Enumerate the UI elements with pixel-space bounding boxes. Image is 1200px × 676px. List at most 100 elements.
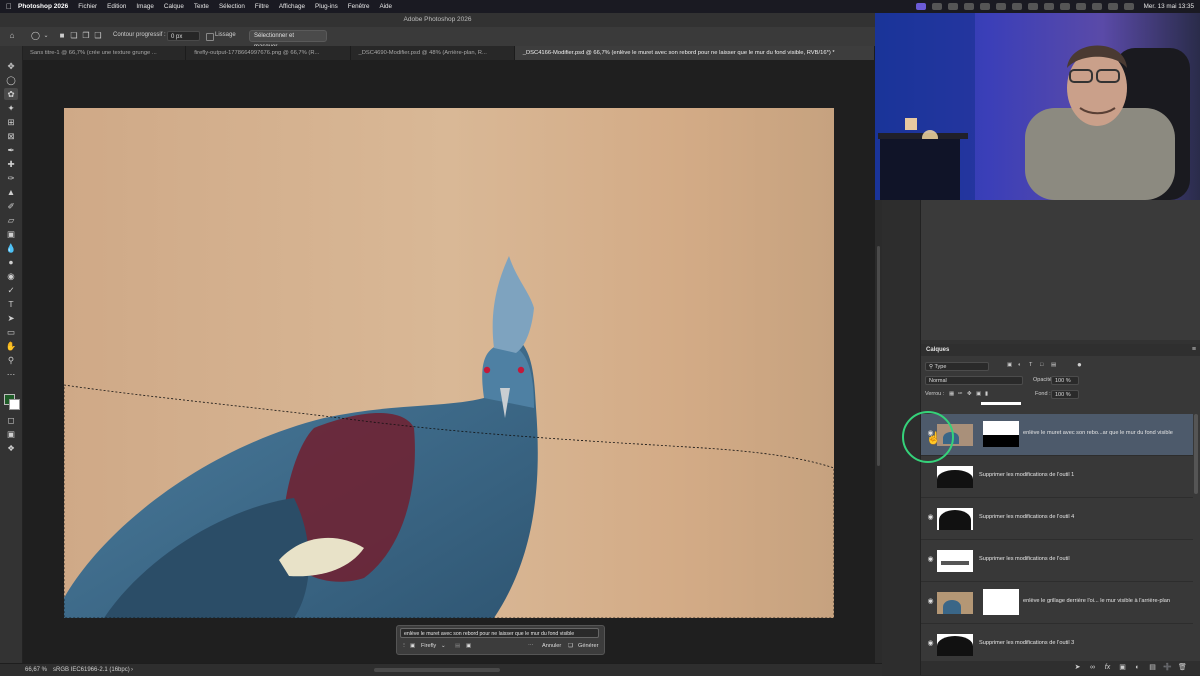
- lasso-tool-icon[interactable]: ◯: [31, 32, 40, 40]
- dodge-tool-icon[interactable]: ●: [4, 256, 18, 268]
- layer-thumbnail[interactable]: [937, 634, 973, 656]
- healing-brush-icon[interactable]: ✚: [4, 158, 18, 170]
- layer-row[interactable]: Supprimer les modifications de l'outil 1: [921, 456, 1193, 498]
- crop-tool-icon[interactable]: ⊞: [4, 116, 18, 128]
- control-center-icon[interactable]: [1123, 3, 1134, 10]
- brush-tool-icon[interactable]: ✑: [4, 172, 18, 184]
- lock-pixels-icon[interactable]: ✑: [958, 391, 963, 397]
- menu-plugins[interactable]: Plug-ins: [315, 3, 338, 10]
- lock-all-icon[interactable]: ▮: [985, 391, 988, 397]
- filter-toggle-icon[interactable]: ●: [1077, 360, 1082, 369]
- facetime-icon[interactable]: [995, 3, 1006, 10]
- layer-name[interactable]: Supprimer les modifications de l'outil 1: [979, 472, 1189, 478]
- image-icon[interactable]: ▣: [466, 641, 471, 652]
- layer-row[interactable]: ◉ Supprimer les modifications de l'outil…: [921, 498, 1193, 540]
- select-and-mask-button[interactable]: Sélectionner et masquer...: [249, 30, 327, 50]
- visibility-eye-icon[interactable]: ◉: [926, 513, 935, 522]
- pen-tool-icon[interactable]: ✓: [4, 284, 18, 296]
- menu-selection[interactable]: Sélection: [219, 3, 245, 10]
- type-tool-icon[interactable]: T: [4, 298, 18, 310]
- new-group-icon[interactable]: ▤: [1148, 664, 1157, 672]
- folder-icon[interactable]: [1027, 3, 1038, 10]
- link-layers-icon[interactable]: ∞: [1088, 664, 1097, 672]
- menu-image[interactable]: Image: [136, 3, 154, 10]
- blur-tool-icon[interactable]: 💧: [4, 242, 18, 254]
- new-layer-icon[interactable]: ➕: [1163, 664, 1172, 672]
- layer-row[interactable]: ◉ Supprimer les modifications de l'outil: [921, 540, 1193, 582]
- object-select-tool-icon[interactable]: ✦: [4, 102, 18, 114]
- record-icon[interactable]: [931, 3, 942, 10]
- layer-name[interactable]: Supprimer les modifications de l'outil: [979, 556, 1189, 562]
- hand-tool-icon[interactable]: ✋: [4, 340, 18, 352]
- layer-row[interactable]: ◉ enlève le muret avec son rebo...ar que…: [921, 414, 1193, 456]
- visibility-eye-icon[interactable]: ◉: [926, 555, 935, 564]
- eyedropper-tool-icon[interactable]: ✒: [4, 144, 18, 156]
- share-icon[interactable]: ➤: [1073, 664, 1082, 672]
- path-select-icon[interactable]: ➤: [4, 312, 18, 324]
- layer-row[interactable]: ◉ Supprimer les modifications de l'outil…: [921, 624, 1193, 666]
- chevron-down-icon[interactable]: ⌄: [441, 641, 446, 652]
- menu-aide[interactable]: Aide: [379, 3, 392, 10]
- fill-input[interactable]: 100 %: [1051, 390, 1079, 399]
- layer-filter-select[interactable]: ⚲ Type: [925, 362, 989, 371]
- bluetooth-icon[interactable]: [1059, 3, 1070, 10]
- zoom-level[interactable]: 66,67 %: [25, 664, 47, 676]
- menu-calque[interactable]: Calque: [164, 3, 184, 10]
- cloud-icon[interactable]: [1043, 3, 1054, 10]
- gradient-tool-icon[interactable]: ▣: [4, 228, 18, 240]
- adjustment-layer-icon[interactable]: ◐: [1133, 664, 1142, 672]
- search-icon[interactable]: [1107, 3, 1118, 10]
- visibility-eye-icon[interactable]: ◉: [926, 639, 935, 648]
- move-tool-icon[interactable]: ✥: [4, 60, 18, 72]
- fx-icon[interactable]: fx: [1103, 664, 1112, 672]
- screen-share-icon[interactable]: [915, 3, 926, 10]
- filter-adjustment-icon[interactable]: ◐: [1018, 362, 1021, 368]
- filter-type-icon[interactable]: T: [1029, 362, 1032, 368]
- menu-texte[interactable]: Texte: [194, 3, 209, 10]
- zoom-tool-icon[interactable]: ⚲: [4, 354, 18, 366]
- blend-mode-select[interactable]: Normal: [925, 376, 1023, 385]
- subtract-selection-icon[interactable]: ❐: [82, 32, 90, 40]
- layer-thumbnail[interactable]: [937, 466, 973, 488]
- app-menu[interactable]: Photoshop 2026: [18, 3, 68, 10]
- reference-image-icon[interactable]: ▤: [455, 641, 460, 652]
- generate-button[interactable]: Générer: [578, 641, 599, 652]
- sponge-tool-icon[interactable]: ◉: [4, 270, 18, 282]
- layers-scrollbar-thumb[interactable]: [1194, 414, 1198, 494]
- info-icon[interactable]: [947, 3, 958, 10]
- history-brush-icon[interactable]: ✐: [4, 200, 18, 212]
- lock-transparency-icon[interactable]: ▦: [949, 391, 954, 397]
- camera-icon[interactable]: [963, 3, 974, 10]
- layer-row[interactable]: ◉ enlève le grillage derrière l'oi... le…: [921, 582, 1193, 624]
- intersect-selection-icon[interactable]: ❑: [94, 32, 102, 40]
- lock-position-icon[interactable]: ✥: [967, 391, 972, 397]
- clock[interactable]: Mer. 13 mai 13:35: [1144, 3, 1194, 10]
- feather-input[interactable]: 0 px: [167, 31, 200, 41]
- add-mask-icon[interactable]: ▣: [1118, 664, 1127, 672]
- model-label[interactable]: Firefly: [421, 641, 436, 652]
- more-icon[interactable]: ⋯: [528, 641, 534, 652]
- status-menu-arrow[interactable]: ›: [131, 664, 133, 676]
- menu-fenetre[interactable]: Fenêtre: [348, 3, 370, 10]
- layer-name[interactable]: Supprimer les modifications de l'outil 3: [979, 640, 1189, 646]
- panel-menu-icon[interactable]: ≡: [1192, 346, 1196, 353]
- layer-thumbnail[interactable]: [937, 508, 973, 530]
- chevron-down-icon[interactable]: ⌄: [42, 32, 50, 40]
- home-icon[interactable]: ⌂: [8, 32, 16, 40]
- screen-mode-icon[interactable]: ▣: [4, 428, 18, 440]
- cancel-button[interactable]: Annuler: [542, 641, 561, 652]
- capture-one-icon[interactable]: [1011, 3, 1022, 10]
- new-selection-icon[interactable]: ■: [58, 32, 66, 40]
- apple-icon[interactable]: : [0, 2, 18, 11]
- trash-icon[interactable]: 🗑: [1178, 664, 1187, 672]
- filter-shape-icon[interactable]: □: [1040, 362, 1043, 368]
- generative-prompt-input[interactable]: enlève le muret avec son rebord pour ne …: [400, 628, 599, 638]
- wifi-icon[interactable]: [1091, 3, 1102, 10]
- tab-document[interactable]: firefly-output-1778664997676.png @ 66,7%…: [186, 46, 351, 60]
- antialias-checkbox[interactable]: [206, 33, 214, 41]
- stamp-tool-icon[interactable]: ▲: [4, 186, 18, 198]
- tab-document[interactable]: Sans titre-1 @ 66,7% (crée une texture g…: [22, 46, 187, 60]
- menu-affichage[interactable]: Affichage: [279, 3, 305, 10]
- layer-thumbnail[interactable]: [937, 550, 973, 572]
- frame-tool-icon[interactable]: ⊠: [4, 130, 18, 142]
